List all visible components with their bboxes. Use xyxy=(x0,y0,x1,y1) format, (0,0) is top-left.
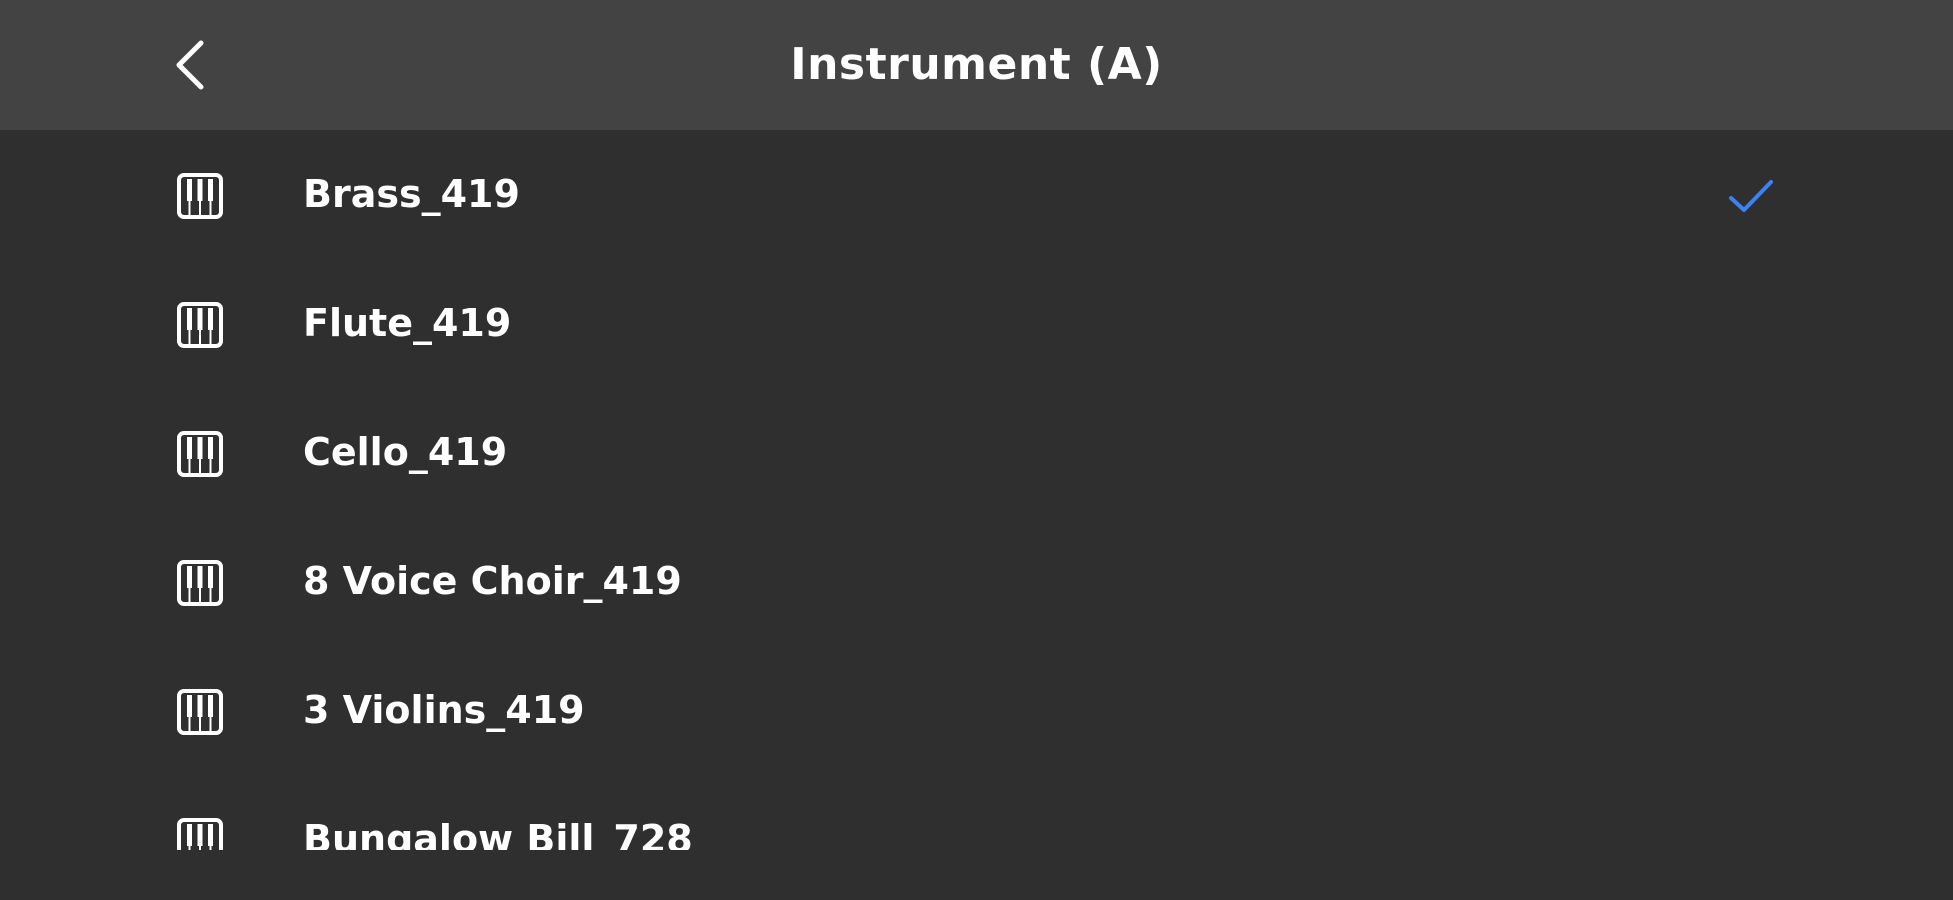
list-item[interactable]: Cello_419 xyxy=(0,388,1953,517)
instrument-label: Brass_419 xyxy=(303,172,520,216)
piano-keys-icon xyxy=(177,560,223,606)
piano-keys-icon xyxy=(177,818,223,850)
instrument-label: 3 Violins_419 xyxy=(303,688,585,732)
list-item[interactable]: Bungalow Bill_728 xyxy=(0,775,1953,850)
instrument-label: Flute_419 xyxy=(303,301,512,345)
piano-keys-icon xyxy=(177,173,223,219)
instrument-label: Cello_419 xyxy=(303,430,508,474)
list-item[interactable]: Flute_419 xyxy=(0,259,1953,388)
page-title: Instrument (A) xyxy=(790,39,1163,90)
header-bar: Instrument (A) xyxy=(0,0,1953,130)
instrument-label: 8 Voice Choir_419 xyxy=(303,559,682,603)
instrument-screen: Instrument (A) Brass_419 Flute_419 Cello… xyxy=(0,0,1953,900)
instrument-label: Bungalow Bill_728 xyxy=(303,817,693,850)
piano-keys-icon xyxy=(177,689,223,735)
checkmark-icon xyxy=(1729,180,1773,212)
piano-keys-icon xyxy=(177,302,223,348)
list-item[interactable]: 3 Violins_419 xyxy=(0,646,1953,775)
piano-keys-icon xyxy=(177,431,223,477)
list-item[interactable]: Brass_419 xyxy=(0,130,1953,259)
instrument-list: Brass_419 Flute_419 Cello_419 8 Voice Ch… xyxy=(0,130,1953,850)
list-item[interactable]: 8 Voice Choir_419 xyxy=(0,517,1953,646)
